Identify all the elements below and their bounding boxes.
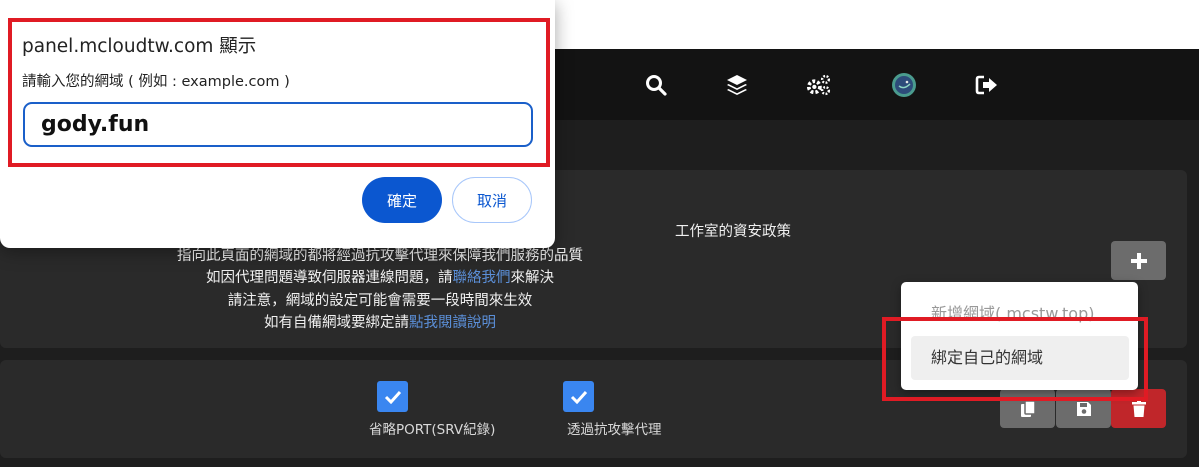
add-domain-dropdown: 新增網域(.mcstw.top) 綁定自己的網域 (901, 282, 1138, 390)
info-line-1-text: 工作室的資安政策 (675, 224, 791, 240)
search-icon[interactable] (643, 72, 669, 98)
dialog-message: 請輸入您的網域 ( 例如 : example.com ) (22, 74, 290, 90)
bind-own-domain-option[interactable]: 綁定自己的網域 (911, 336, 1129, 380)
plus-icon (1130, 252, 1147, 269)
info-line-3-prefix: 如因代理問題導致伺服器連線問題，請 (206, 270, 453, 286)
copy-icon (1020, 399, 1036, 417)
anti-attack-proxy-label: 透過抗攻擊代理 (567, 422, 662, 438)
delete-button[interactable] (1111, 389, 1166, 428)
save-button[interactable] (1056, 389, 1111, 428)
read-instructions-link[interactable]: 點我閱讀說明 (409, 315, 496, 331)
info-line-3-suffix: 來解決 (510, 270, 555, 286)
logout-icon[interactable] (974, 72, 1000, 98)
omit-port-checkbox[interactable] (377, 381, 408, 412)
checkmark-icon (384, 390, 401, 404)
anti-attack-proxy-checkbox[interactable] (563, 381, 594, 412)
prompt-dialog: panel.mcloudtw.com 顯示 請輸入您的網域 ( 例如 : exa… (0, 0, 555, 248)
dialog-title: panel.mcloudtw.com 顯示 (22, 36, 257, 57)
add-domain-button[interactable] (1111, 241, 1166, 280)
save-icon (1076, 401, 1091, 416)
avatar[interactable] (891, 72, 917, 98)
info-line-4: 請注意，網域的設定可能會需要一段時間來生效 (227, 293, 533, 309)
info-line-5: 如有自備網域要綁定請點我閱讀說明 (0, 311, 760, 332)
contact-us-link[interactable]: 聯絡我們 (453, 270, 511, 286)
add-domain-mcstw-option[interactable]: 新增網域(.mcstw.top) (911, 292, 1129, 336)
layers-icon[interactable] (724, 72, 750, 98)
checkmark-icon (570, 390, 587, 404)
ok-button[interactable]: 確定 (362, 177, 442, 223)
omit-port-label: 省略PORT(SRV紀錄) (369, 422, 496, 438)
domain-input[interactable] (23, 102, 533, 147)
settings-gears-icon[interactable] (806, 72, 832, 98)
info-line-5-prefix: 如有自備網域要綁定請 (264, 315, 409, 331)
copy-button[interactable] (1000, 389, 1055, 428)
cancel-button[interactable]: 取消 (452, 177, 532, 223)
info-line-3: 如因代理問題導致伺服器連線問題，請聯絡我們來解決 (0, 266, 760, 287)
trash-icon (1131, 400, 1146, 417)
